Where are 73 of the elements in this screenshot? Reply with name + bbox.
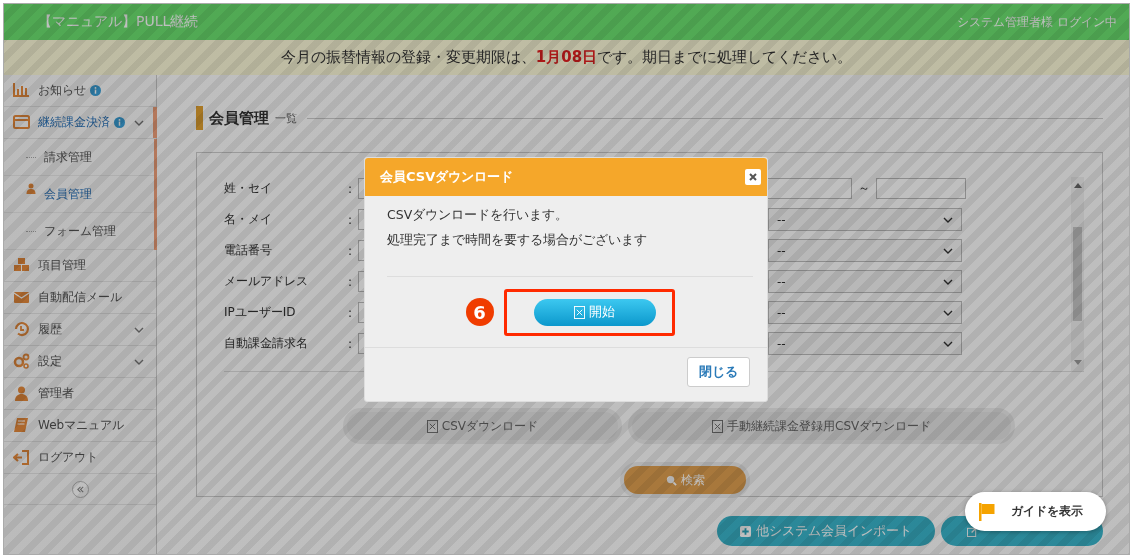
mail-icon — [13, 289, 30, 306]
close-button[interactable] — [745, 169, 761, 185]
page-title: 会員管理 — [209, 108, 269, 128]
login-status: システム管理者様 ログイン中 — [957, 13, 1117, 31]
collapse-button[interactable] — [71, 480, 89, 498]
field-label: 電話番号 — [224, 242, 273, 259]
field-colon: : — [348, 181, 354, 196]
sidebar-subitem[interactable]: 請求管理 — [4, 139, 154, 176]
sidebar-item[interactable]: 履歴 — [4, 314, 156, 346]
field-label: メールアドレス — [224, 273, 309, 290]
file-icon — [712, 419, 723, 433]
sidebar-item[interactable]: お知らせ — [4, 75, 156, 107]
close-icon — [749, 173, 757, 181]
notice-text: 今月の振替情報の登録・変更期限は、1月08日です。期日までに処理してください。 — [280, 48, 853, 67]
field-label: 名・メイ — [224, 211, 273, 228]
field-colon: : — [348, 274, 354, 289]
select-field[interactable]: -- — [768, 239, 962, 262]
gears-icon — [13, 353, 30, 370]
field-colon: : — [348, 243, 354, 258]
file-icon — [426, 419, 438, 433]
book-icon — [13, 417, 30, 434]
boxes-icon — [13, 257, 30, 274]
search-icon — [665, 474, 677, 486]
select-field[interactable]: -- — [768, 301, 962, 324]
range-separator: ～ — [857, 180, 871, 197]
sidebar-item[interactable]: 設定 — [4, 346, 156, 378]
input-field[interactable] — [876, 178, 966, 199]
file-icon — [574, 305, 585, 319]
select-field[interactable]: -- — [768, 270, 962, 293]
history-icon — [13, 321, 30, 338]
csv-download-button[interactable]: 手動継続課金登録用CSVダウンロード — [632, 412, 1012, 440]
modal-message: 処理完了まで時間を要する場合がございます — [387, 231, 648, 248]
field-label: IPユーザーID — [224, 304, 297, 321]
title-accent-bar — [196, 106, 203, 130]
field-colon: : — [348, 336, 354, 351]
chevron-icon — [943, 340, 953, 347]
guide-button[interactable]: ガイドを表示 — [965, 492, 1106, 531]
sidebar-item[interactable]: ログアウト — [4, 442, 156, 474]
csv-download-button[interactable]: CSVダウンロード — [346, 412, 618, 440]
chart-icon — [13, 82, 30, 99]
sidebar-item[interactable]: 継続課金決済 — [4, 107, 156, 139]
sidebar-subitem[interactable]: フォーム管理 — [4, 213, 154, 250]
sidebar-subitem[interactable]: 会員管理 — [4, 176, 154, 213]
user-icon — [26, 183, 36, 195]
field-colon: : — [348, 212, 354, 227]
chevron-icon — [943, 247, 953, 254]
field-label: 自動課金請求名 — [224, 335, 309, 352]
page-subtitle: 一覧 — [275, 110, 297, 126]
app-title: 【マニュアル】PULL継続 — [38, 13, 199, 31]
field-colon: : — [348, 305, 354, 320]
sidebar-item[interactable]: 管理者 — [4, 378, 156, 410]
flag-icon — [979, 502, 995, 521]
scrollbar[interactable] — [1071, 177, 1084, 371]
step-badge: 6 — [465, 298, 494, 326]
field-label: 姓・セイ — [224, 180, 273, 197]
chevron-icon — [943, 309, 953, 316]
double-chevron-icon — [75, 484, 85, 494]
down-arrow-icon — [1073, 360, 1082, 365]
chevron-icon — [943, 216, 953, 223]
modal-title: 会員CSVダウンロード — [380, 168, 514, 186]
card-icon — [13, 114, 30, 131]
close-button[interactable]: 閉じる — [687, 357, 750, 387]
sidebar-item[interactable]: Webマニュアル — [4, 410, 156, 442]
sidebar-item[interactable]: 自動配信メール — [4, 282, 156, 314]
chevron-icon — [943, 278, 953, 285]
up-arrow-icon — [1073, 183, 1082, 188]
modal-message: CSVダウンロードを行います。 — [387, 206, 570, 223]
sidebar-item[interactable]: 項目管理 — [4, 250, 156, 282]
select-field[interactable]: -- — [768, 208, 962, 231]
plus-icon — [740, 525, 751, 537]
select-field[interactable]: -- — [768, 332, 962, 355]
logout-icon — [13, 449, 30, 466]
user-icon — [13, 385, 30, 402]
